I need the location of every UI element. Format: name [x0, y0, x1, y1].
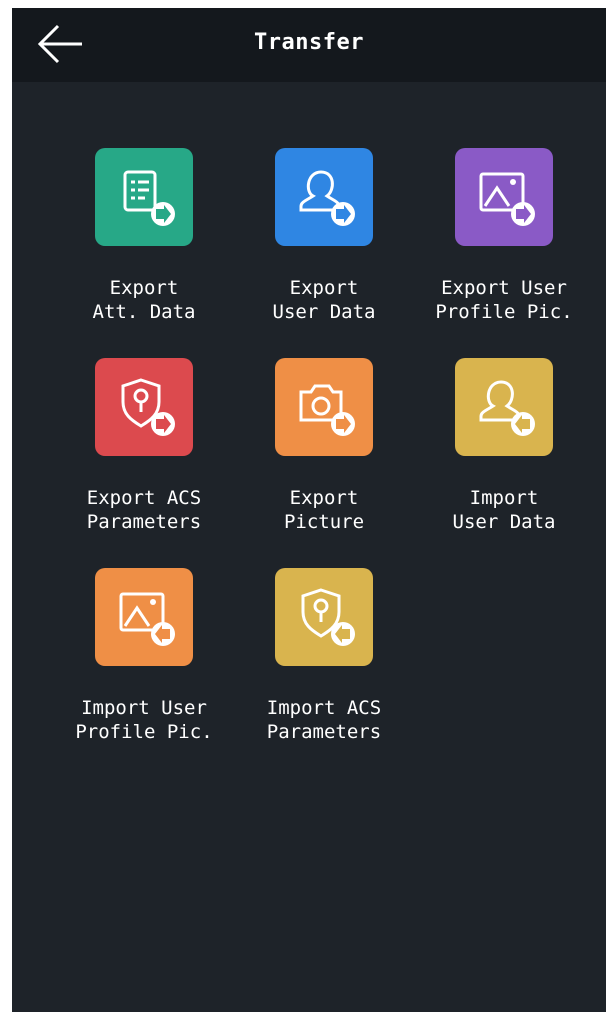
import-user-data-button[interactable]: Import User Data	[414, 358, 594, 558]
tile-label: Export User Profile Pic.	[435, 277, 573, 323]
user-export-icon	[275, 148, 373, 246]
tile-label: Export Att. Data	[92, 277, 196, 323]
tile-label: Export ACS Parameters	[86, 487, 202, 533]
attendance-export-icon	[95, 148, 193, 246]
camera-export-icon	[275, 358, 373, 456]
tile-label: Import User Data	[452, 487, 556, 533]
export-att-data-button[interactable]: Export Att. Data	[54, 148, 234, 348]
page-title: Transfer	[254, 30, 364, 55]
transfer-screen: Transfer Export Att. Data Export User Da…	[12, 8, 606, 1012]
acs-import-icon	[275, 568, 373, 666]
tile-label: Export Picture	[283, 487, 365, 533]
tile-label: Import ACS Parameters	[266, 697, 382, 743]
header-bar: Transfer	[12, 8, 606, 82]
user-import-icon	[455, 358, 553, 456]
import-user-profile-pic-button[interactable]: Import User Profile Pic.	[54, 568, 234, 768]
export-user-profile-pic-button[interactable]: Export User Profile Pic.	[414, 148, 594, 348]
tile-label: Import User Profile Pic.	[75, 697, 213, 743]
tile-label: Export User Data	[272, 277, 376, 323]
acs-export-icon	[95, 358, 193, 456]
export-picture-button[interactable]: Export Picture	[234, 358, 414, 558]
picture-import-icon	[95, 568, 193, 666]
picture-export-icon	[455, 148, 553, 246]
export-user-data-button[interactable]: Export User Data	[234, 148, 414, 348]
import-acs-parameters-button[interactable]: Import ACS Parameters	[234, 568, 414, 768]
export-acs-parameters-button[interactable]: Export ACS Parameters	[54, 358, 234, 558]
